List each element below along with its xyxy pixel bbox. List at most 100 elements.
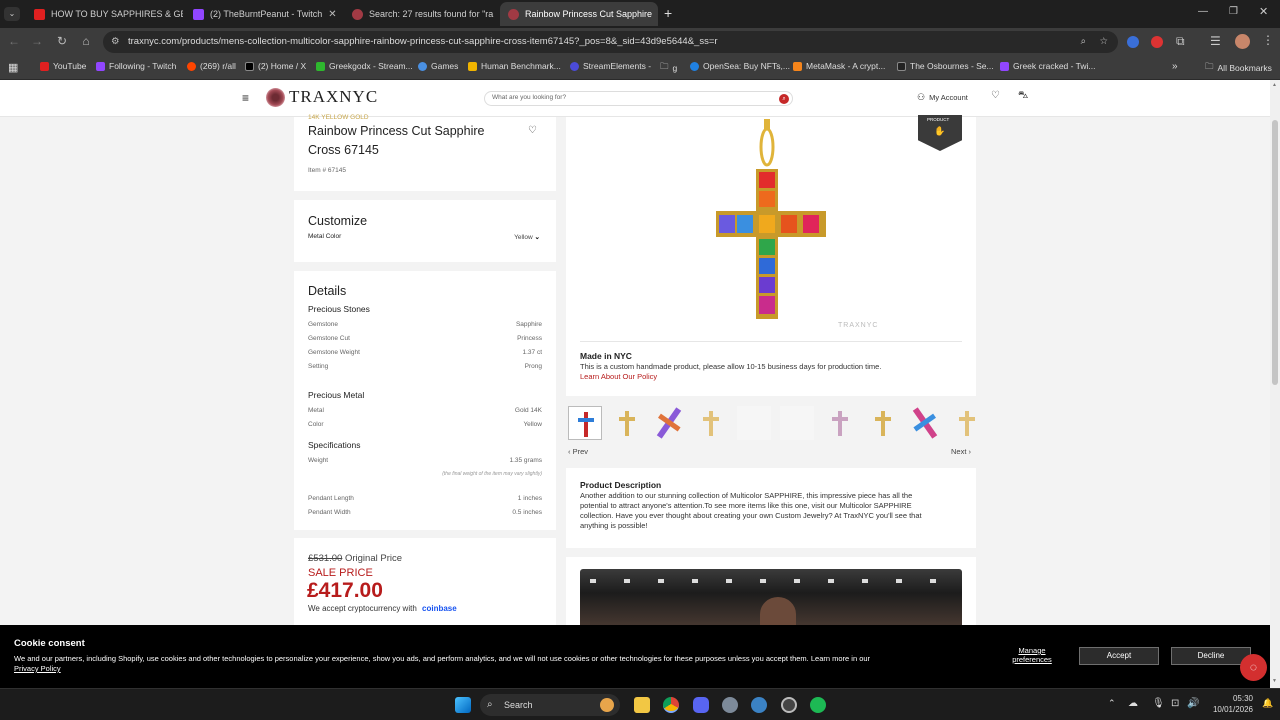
metal-color-select[interactable]: Yellow ⌄ (514, 233, 540, 241)
decline-button[interactable]: Decline (1171, 647, 1251, 665)
ccleaner-icon[interactable] (751, 697, 767, 713)
volume-icon[interactable]: 🔊 (1187, 698, 1199, 709)
extension-icon-2[interactable] (1151, 36, 1163, 48)
thumbnail-10[interactable] (950, 406, 976, 440)
tab-2[interactable]: (2) TheBurntPeanut - Twitch ✕ (185, 2, 342, 26)
thumbnail-cross-icon (656, 407, 682, 439)
cart-icon[interactable]: ⛍ (1018, 90, 1028, 103)
thumbnail-8[interactable] (866, 406, 900, 440)
tab-3[interactable]: Search: 27 results found for "ra ✕ (344, 2, 498, 26)
notification-bell-icon[interactable]: 🔔 (1262, 698, 1273, 709)
wishlist-heart-icon[interactable]: ♡ (991, 90, 1000, 101)
thumbnail-7[interactable] (823, 406, 857, 440)
settings-gear-icon[interactable] (722, 697, 738, 713)
taskbar-search[interactable]: ⌕ Search (480, 694, 620, 716)
thumbnail-3[interactable] (652, 406, 686, 440)
tray-chevron-icon[interactable]: ⌃ (1108, 698, 1116, 709)
tab-search-list-icon[interactable]: ☰ (1210, 34, 1221, 48)
manage-preferences-link[interactable]: Manage preferences (1009, 646, 1055, 664)
url-field[interactable]: ⚙ traxnyc.com/products/mens-collection-m… (103, 31, 1118, 53)
menu-icon[interactable]: ⋮ (1262, 33, 1274, 47)
account-link[interactable]: ⚇ My Account (917, 92, 968, 103)
tab-search-icon[interactable]: ⌄ (4, 7, 20, 21)
extension-icon-1[interactable] (1127, 36, 1139, 48)
weight-note: (the final weight of the item may vary s… (442, 471, 542, 477)
obs-icon[interactable] (781, 697, 797, 713)
window-close-icon[interactable]: ✕ (1259, 5, 1268, 18)
prev-button[interactable]: ‹ Prev (568, 447, 588, 456)
thumbnail-4[interactable] (694, 406, 728, 440)
metamask-icon (793, 61, 802, 71)
page-viewport: ≡ TRAXNYC What are you looking for? ⌕ ⚇ … (0, 80, 1270, 625)
scrollbar-up-icon[interactable]: ▲ (1272, 82, 1277, 88)
bookmark-star-icon[interactable]: ☆ (1099, 31, 1108, 53)
bookmark-human-benchmark[interactable]: Human Benchmark... (468, 61, 561, 71)
new-tab-icon[interactable]: + (664, 5, 672, 21)
back-icon[interactable]: ← (6, 34, 22, 48)
scrollbar-thumb[interactable] (1272, 120, 1278, 385)
cross-pendant-image[interactable] (706, 119, 836, 327)
chat-bubble-icon[interactable]: ◌ (1240, 654, 1267, 681)
file-explorer-icon[interactable] (634, 697, 650, 713)
thumbnail-9[interactable] (908, 406, 942, 440)
site-info-icon[interactable]: ⚙ (111, 31, 120, 53)
page-scrollbar[interactable]: ▲ ▼ (1270, 80, 1280, 688)
accept-button[interactable]: Accept (1079, 647, 1159, 665)
maximize-icon[interactable]: ❐ (1229, 6, 1238, 17)
thumbnail-cross-icon (703, 411, 719, 436)
apps-icon[interactable]: ▦ (8, 61, 18, 74)
weight-label: Weight (308, 457, 329, 464)
microphone-icon[interactable]: 🎙 (1152, 698, 1165, 709)
logo[interactable]: TRAXNYC (266, 87, 378, 107)
tab-1[interactable]: HOW TO BUY SAPPHIRES & GE ✕ (26, 2, 183, 26)
forward-icon[interactable]: → (29, 34, 45, 48)
scrollbar-down-icon[interactable]: ▼ (1272, 678, 1277, 684)
extensions-icon[interactable]: ⧉ (1176, 34, 1185, 49)
start-windows-icon[interactable] (455, 697, 471, 713)
bookmark-metamask[interactable]: MetaMask - A crypt... (793, 61, 885, 71)
bookmark-x[interactable]: (2) Home / X (245, 61, 306, 71)
thumbnail-5[interactable] (737, 406, 771, 440)
bookmarks-bar: ▦ YouTube Following - Twitch (269) r/all… (0, 56, 1280, 80)
network-icon[interactable]: ⊡ (1171, 698, 1179, 709)
reddit-icon (187, 61, 196, 71)
bookmark-opensea[interactable]: OpenSea: Buy NFTs,... (690, 61, 790, 71)
bookmark-streamelements[interactable]: StreamElements - (570, 61, 651, 71)
clock[interactable]: 05:30 10/01/2026 (1205, 693, 1253, 715)
home-icon[interactable]: ⌂ (78, 34, 94, 48)
discord-icon[interactable] (693, 697, 709, 713)
thumbnail-2[interactable] (610, 406, 644, 440)
product-video[interactable] (580, 569, 962, 625)
clock-time: 05:30 (1232, 694, 1253, 703)
hamburger-menu-icon[interactable]: ≡ (242, 91, 249, 105)
profile-avatar[interactable] (1235, 34, 1250, 49)
privacy-policy-link[interactable]: Privacy Policy (14, 664, 61, 673)
more-bookmarks-icon[interactable]: » (1172, 61, 1178, 72)
bookmark-osbournes[interactable]: The Osbournes - Se... (897, 61, 994, 71)
thumbnail-1[interactable] (568, 406, 602, 440)
bookmark-reddit[interactable]: (269) r/all (187, 61, 236, 71)
all-bookmarks[interactable]: 🗀 All Bookmarks (1205, 61, 1272, 75)
bookmark-games[interactable]: Games (418, 61, 458, 71)
spotify-icon[interactable] (810, 697, 826, 713)
search-icon[interactable]: ⌕ (779, 94, 789, 104)
bookmark-twitch[interactable]: Following - Twitch (96, 61, 176, 71)
gemstone-weight-value: 1.37 ct (522, 349, 542, 356)
onedrive-icon[interactable]: ☁ (1128, 698, 1138, 709)
zoom-icon[interactable]: ⌕ (1081, 31, 1086, 53)
chrome-icon[interactable] (663, 697, 679, 713)
site-search-input[interactable]: What are you looking for? ⌕ (484, 91, 793, 106)
bookmark-folder-g[interactable]: 🗀 g (660, 61, 677, 75)
thumbnail-6[interactable] (780, 406, 814, 440)
close-icon[interactable]: ✕ (328, 9, 336, 20)
favorite-heart-icon[interactable]: ♡ (528, 125, 537, 136)
bookmark-youtube[interactable]: YouTube (40, 61, 86, 71)
next-button[interactable]: Next › (951, 447, 971, 456)
minimize-icon[interactable]: — (1198, 6, 1208, 17)
tab-4-active[interactable]: Rainbow Princess Cut Sapphire ✕ (500, 2, 658, 26)
bookmark-greekgodx[interactable]: Greekgodx - Stream... (316, 61, 413, 71)
policy-link[interactable]: Learn About Our Policy (580, 372, 657, 381)
bookmark-greek-cracked[interactable]: Greek cracked - Twi... (1000, 61, 1096, 71)
youtube-icon (40, 61, 49, 71)
reload-icon[interactable]: ↻ (54, 34, 70, 48)
